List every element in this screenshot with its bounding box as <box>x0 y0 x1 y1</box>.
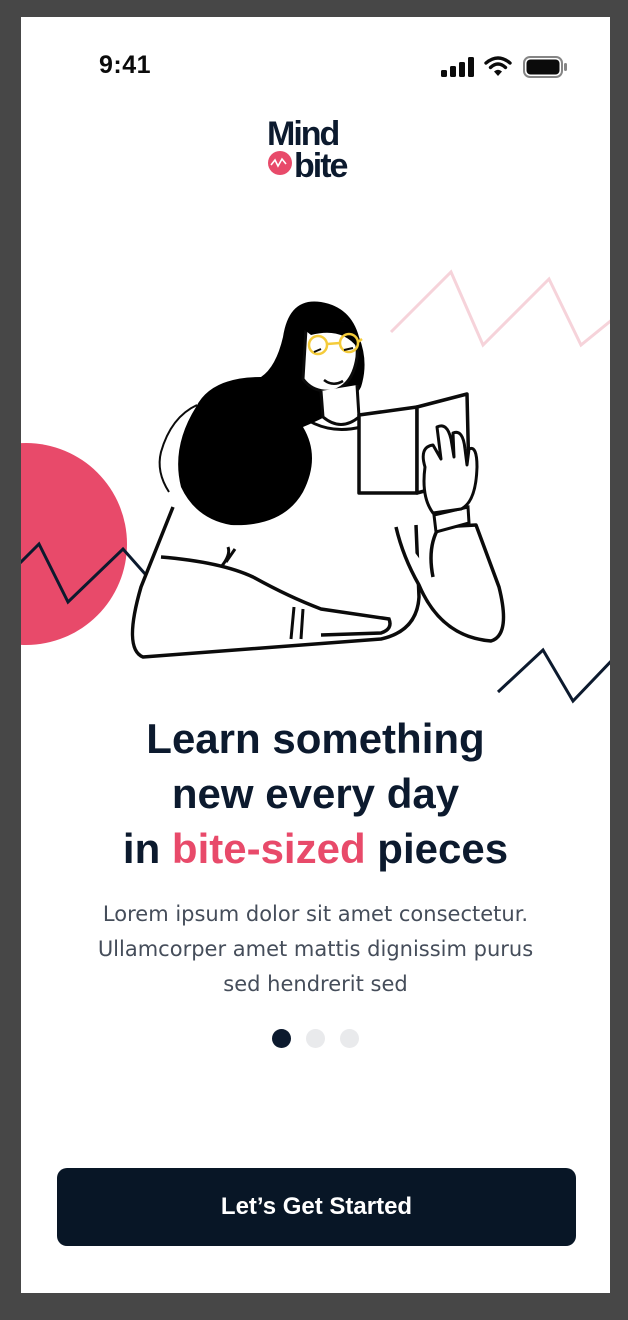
headline-accent: bite-sized <box>171 825 366 872</box>
headline-line2: new every day <box>171 770 460 817</box>
battery-icon <box>523 56 567 78</box>
mindbite-logo: Mind bite <box>267 115 350 181</box>
woman-reading-book-illustration <box>21 269 610 704</box>
status-time: 9:41 <box>99 51 152 79</box>
headline-line3-prefix: in <box>122 825 172 872</box>
status-icons <box>441 55 571 79</box>
logo-text-line2: bite <box>294 147 348 181</box>
page-dot-2[interactable] <box>306 1029 325 1048</box>
page-dot-1-active[interactable] <box>272 1029 291 1048</box>
page-dot-3[interactable] <box>340 1029 359 1048</box>
description-text: Lorem ipsum dolor sit amet consectetur. … <box>97 902 534 996</box>
headline-line1: Learn something <box>146 715 485 762</box>
onboarding-screen: 9:41 Mind bite Learn something new every… <box>21 17 610 1293</box>
headline-line3-suffix: pieces <box>365 825 509 872</box>
get-started-button[interactable]: Let’s Get Started <box>57 1168 576 1246</box>
wifi-icon <box>484 56 512 76</box>
black-zigzag-right-decoration <box>496 647 610 704</box>
page-indicator <box>21 1029 610 1049</box>
status-bar: 9:41 <box>21 17 610 117</box>
signal-icon <box>441 57 474 77</box>
headline: Learn something new every day in bite-si… <box>21 711 610 876</box>
pink-zigzag-decoration <box>389 269 610 348</box>
